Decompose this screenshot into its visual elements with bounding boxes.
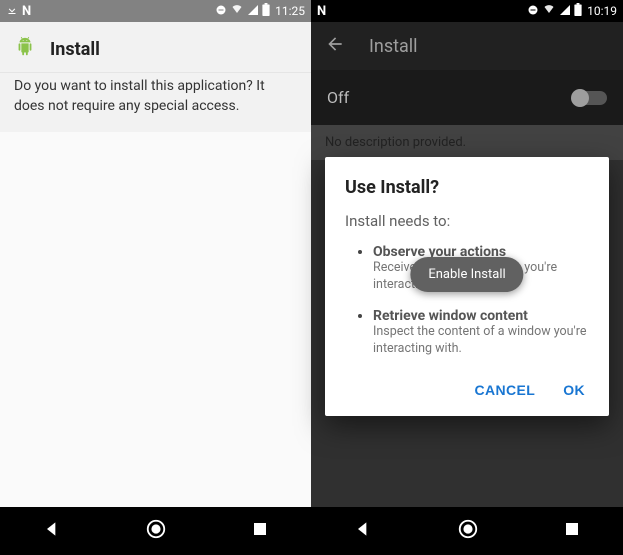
nav-recents-button[interactable] <box>251 520 269 542</box>
toast: Enable Install <box>410 257 523 292</box>
nav-back-button[interactable] <box>353 519 373 543</box>
page-title: Install <box>369 36 418 57</box>
accessibility-dialog: Use Install? Install needs to: Observe y… <box>325 157 609 416</box>
nav-home-button[interactable] <box>145 518 167 544</box>
screen-install-prompt: N 11:25 Install <box>0 0 311 555</box>
n-preview-icon: N <box>22 4 31 19</box>
service-toggle-row[interactable]: Off <box>311 70 623 125</box>
battery-icon <box>574 3 582 19</box>
toggle-label: Off <box>327 88 349 107</box>
cell-signal-icon <box>559 4 571 19</box>
dnd-icon <box>215 4 227 19</box>
page-title: Install <box>50 39 100 60</box>
back-arrow-icon[interactable] <box>325 34 345 58</box>
nav-recents-button[interactable] <box>563 520 581 542</box>
wifi-icon <box>230 4 244 19</box>
wifi-icon <box>542 4 556 19</box>
permission-desc: Inspect the content of a window you're i… <box>373 324 589 358</box>
dialog-ok-button[interactable]: OK <box>563 382 585 398</box>
install-message: Do you want to install this application?… <box>0 73 311 132</box>
statusbar: N 10:19 <box>311 0 623 22</box>
appbar: Install <box>0 22 311 73</box>
cell-signal-icon <box>247 4 259 19</box>
nav-home-button[interactable] <box>457 518 479 544</box>
download-icon <box>6 4 18 19</box>
dialog-actions: CANCEL OK <box>345 372 589 406</box>
statusbar: N 11:25 <box>0 0 311 22</box>
dialog-title: Use Install? <box>345 177 589 198</box>
switch-off-icon[interactable] <box>573 91 607 105</box>
dialog-backdrop: Use Install? Install needs to: Observe y… <box>311 145 623 507</box>
dialog-subtitle: Install needs to: <box>345 212 589 230</box>
screen-accessibility-settings: N 10:19 Install <box>311 0 623 555</box>
android-icon <box>14 36 36 62</box>
battery-icon <box>262 3 270 19</box>
appbar: Install <box>311 22 623 70</box>
nav-back-button[interactable] <box>42 519 62 543</box>
content-spacer <box>0 132 311 511</box>
clock: 11:25 <box>275 4 305 18</box>
navbar <box>311 507 623 555</box>
dnd-icon <box>527 4 539 19</box>
permission-retrieve: Retrieve window content Inspect the cont… <box>373 308 589 358</box>
clock: 10:19 <box>587 4 617 18</box>
navbar <box>0 507 311 555</box>
permission-title: Retrieve window content <box>373 308 589 324</box>
n-preview-icon: N <box>317 4 326 19</box>
dialog-cancel-button[interactable]: CANCEL <box>474 382 535 398</box>
